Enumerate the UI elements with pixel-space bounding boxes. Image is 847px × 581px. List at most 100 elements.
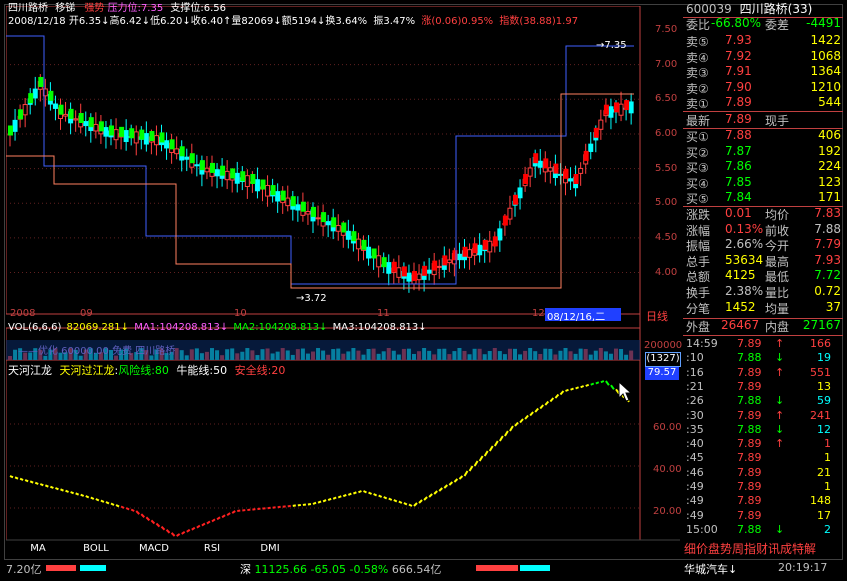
indicator-dash bbox=[358, 490, 362, 494]
indicator-dash bbox=[524, 414, 529, 420]
sell-price: 7.93 bbox=[725, 33, 752, 47]
candle-body bbox=[537, 160, 543, 168]
buy-row[interactable]: 买③ 7.86 224 bbox=[683, 159, 843, 175]
trend-block bbox=[573, 173, 579, 184]
candle-body bbox=[568, 178, 574, 182]
trend-block bbox=[321, 212, 327, 223]
tick-price: 7.89 bbox=[737, 437, 762, 451]
sell-row[interactable]: 卖③ 7.91 1364 bbox=[683, 64, 843, 80]
indicator-dash bbox=[110, 502, 115, 506]
chart-canvas[interactable] bbox=[6, 6, 684, 548]
trend-block bbox=[593, 127, 599, 138]
buy-row[interactable]: 买④ 7.85 123 bbox=[683, 175, 843, 191]
trend-block bbox=[553, 163, 559, 174]
indicator-dash bbox=[322, 499, 327, 503]
sell-row[interactable]: 卖② 7.90 1210 bbox=[683, 80, 843, 96]
trend-block bbox=[614, 102, 619, 113]
vol-ma3: MA3:104208.813↓ bbox=[332, 322, 427, 333]
candle-body bbox=[436, 265, 442, 268]
sell-row[interactable]: 卖① 7.89 544 bbox=[683, 95, 843, 111]
price-tick-label: 6.00 bbox=[655, 127, 678, 139]
indicator-dash bbox=[85, 495, 90, 499]
indicator-dash bbox=[383, 496, 388, 500]
buy-row[interactable]: 买⑤ 7.84 171 bbox=[683, 190, 843, 206]
tick-direction: ↑ bbox=[775, 408, 785, 422]
stat-label: 总手 bbox=[686, 254, 711, 269]
candle-body bbox=[608, 106, 614, 118]
trend-block bbox=[502, 215, 508, 226]
indicator-dash bbox=[176, 533, 181, 537]
indicator-dash bbox=[201, 522, 206, 527]
tick-volume: 17 bbox=[817, 508, 831, 522]
trend-block bbox=[482, 239, 488, 250]
tab-dmi[interactable]: DMI bbox=[242, 541, 298, 556]
stat-row: 振幅 2.66% 今开 7.79 bbox=[683, 237, 843, 253]
candle-body bbox=[588, 143, 594, 152]
candle-body bbox=[598, 119, 604, 130]
trend-block bbox=[280, 190, 286, 201]
price-tick-label: 5.00 bbox=[655, 197, 678, 209]
neipan-value: 27167 bbox=[802, 318, 841, 332]
trend-block bbox=[624, 100, 630, 111]
sell-label: 卖④ bbox=[686, 50, 709, 65]
candle-body bbox=[366, 246, 372, 259]
indicator-dash bbox=[353, 491, 357, 495]
indicator-dash bbox=[70, 491, 75, 495]
period-label[interactable]: 日线 bbox=[646, 308, 678, 323]
indicator-dash bbox=[55, 487, 59, 491]
price-tick-label: 6.50 bbox=[655, 93, 678, 105]
buy-row[interactable]: 买① 7.88 406 bbox=[683, 128, 843, 144]
trend-block bbox=[523, 173, 529, 184]
tab-ma[interactable]: MA bbox=[10, 541, 66, 556]
indicator-dash bbox=[145, 516, 151, 522]
tab-boll[interactable]: BOLL bbox=[68, 541, 124, 556]
date-10: 10 bbox=[234, 308, 247, 319]
buy-row[interactable]: 买② 7.87 192 bbox=[683, 144, 843, 160]
indicator-dash bbox=[337, 495, 342, 499]
candle-body bbox=[133, 131, 139, 144]
tab-macd[interactable]: MACD bbox=[126, 541, 182, 556]
candle-body bbox=[12, 119, 18, 132]
candle-body bbox=[315, 217, 321, 220]
tab-rsi[interactable]: RSI bbox=[184, 541, 240, 556]
indicator-dash bbox=[140, 513, 146, 518]
indicator-dash bbox=[468, 465, 474, 472]
index-amount: 666.54亿 bbox=[391, 563, 442, 576]
candle-body bbox=[244, 175, 250, 187]
sell-row[interactable]: 卖④ 7.92 1068 bbox=[683, 49, 843, 65]
side-menu[interactable]: 细价盘势周指财讯成特解 bbox=[684, 540, 843, 556]
indicator-dash bbox=[231, 510, 236, 514]
tick-volume: 1 bbox=[824, 451, 831, 465]
candle-body bbox=[204, 167, 210, 173]
trend-block bbox=[129, 128, 135, 139]
stat-value-2: 37 bbox=[825, 299, 841, 314]
stat-label: 振幅 bbox=[686, 239, 711, 254]
ind-axis-60: 60.00 bbox=[653, 422, 682, 433]
indicator-name[interactable]: 天河江龙 bbox=[8, 364, 52, 377]
sell-row[interactable]: 卖⑤ 7.93 1422 bbox=[683, 33, 843, 49]
candle-body bbox=[335, 225, 341, 232]
status-right-stock[interactable]: 华城汽车↓ bbox=[684, 561, 737, 577]
indicator-dash bbox=[95, 498, 100, 502]
candle-body bbox=[234, 172, 240, 184]
index-value: 11125.66 bbox=[254, 563, 308, 576]
tick-volume: 12 bbox=[817, 422, 831, 436]
latest-label: 最新 bbox=[686, 114, 711, 128]
candle-body bbox=[345, 230, 351, 240]
stat-label: 涨跌 bbox=[686, 208, 711, 222]
candle-body bbox=[224, 170, 230, 181]
tick-row: 15:00 7.88 ↓ 2 bbox=[683, 523, 843, 539]
candle-body bbox=[446, 259, 452, 264]
trend-block bbox=[603, 104, 609, 115]
indicator-dash bbox=[75, 492, 80, 496]
indicator-dash bbox=[590, 382, 595, 386]
candle-body bbox=[113, 129, 119, 141]
sell-price: 7.89 bbox=[725, 95, 752, 110]
indicator-dash bbox=[433, 490, 438, 495]
tick-time: :30 bbox=[686, 408, 704, 422]
stat-label-2: 今开 bbox=[765, 239, 790, 254]
indicator-dash bbox=[80, 493, 85, 497]
tick-time: :35 bbox=[686, 422, 704, 436]
indicator-dash bbox=[100, 499, 105, 503]
status-index: 深 11125.66 -65.05 -0.58% 666.54亿 bbox=[240, 561, 441, 577]
